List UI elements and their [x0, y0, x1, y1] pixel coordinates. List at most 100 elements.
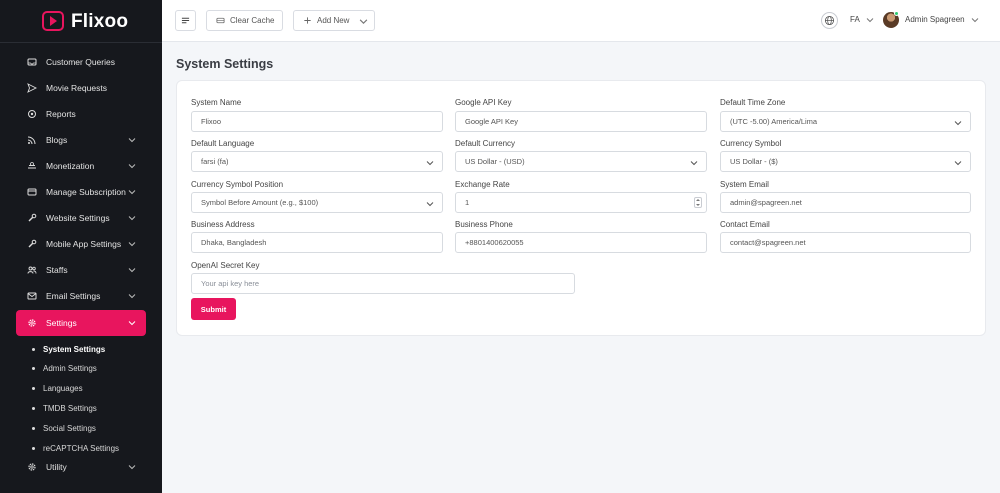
- sidebar-item-blogs[interactable]: Blogs: [16, 128, 146, 152]
- inbox-icon: [26, 56, 38, 68]
- openai-secret-key-input[interactable]: Your api key here: [191, 273, 575, 294]
- sidebar-item-label: Utility: [46, 462, 67, 472]
- business-address-input[interactable]: Dhaka, Bangladesh: [191, 232, 443, 253]
- wrench-icon: [26, 212, 38, 224]
- add-new-button[interactable]: Add New: [293, 10, 375, 31]
- sidebar-subitem-tmdb-settings[interactable]: TMDB Settings: [32, 404, 97, 413]
- sidebar-item-label: Movie Requests: [46, 83, 107, 93]
- sidebar-item-label: Monetization: [46, 161, 95, 171]
- language-switcher[interactable]: FA: [850, 15, 874, 24]
- clear-cache-button[interactable]: Clear Cache: [206, 10, 283, 31]
- currency-symbol-label: Currency Symbol: [720, 139, 782, 148]
- sidebar-item-settings[interactable]: Settings: [16, 310, 146, 336]
- topbar: Clear Cache Add New FA Admin Spagreen: [162, 0, 1000, 42]
- bullet: [32, 447, 35, 450]
- chevron-down-icon: [128, 268, 136, 273]
- bullet: [32, 407, 35, 410]
- globe-icon: [824, 15, 835, 26]
- clear-cache-label: Clear Cache: [230, 16, 275, 25]
- sidebar-subitem-label: Languages: [43, 384, 83, 393]
- google-api-key-label: Google API Key: [455, 98, 512, 107]
- sidebar-subitem-social-settings[interactable]: Social Settings: [32, 424, 96, 433]
- hamburger-icon: [181, 17, 190, 24]
- business-address-label: Business Address: [191, 220, 255, 229]
- sidebar-subitem-admin-settings[interactable]: Admin Settings: [32, 364, 97, 373]
- globe-button[interactable]: [821, 12, 838, 29]
- contact-email-label: Contact Email: [720, 220, 770, 229]
- coin-icon: [26, 160, 38, 172]
- number-stepper[interactable]: [694, 197, 702, 208]
- chevron-down-icon: [128, 138, 136, 143]
- system-name-label: System Name: [191, 98, 242, 107]
- sidebar-item-email-settings[interactable]: Email Settings: [16, 284, 146, 308]
- language-code: FA: [850, 15, 860, 24]
- exchange-rate-input[interactable]: 1: [455, 192, 707, 213]
- wrench-icon: [26, 238, 38, 250]
- exchange-rate-label: Exchange Rate: [455, 180, 510, 189]
- system-email-value: admin@spagreen.net: [730, 198, 802, 207]
- sidebar-item-reports[interactable]: Reports: [16, 102, 146, 126]
- default-language-label: Default Language: [191, 139, 255, 148]
- currency-symbol-select[interactable]: US Dollar - ($): [720, 151, 971, 172]
- sidebar-subitem-label: reCAPTCHA Settings: [43, 444, 120, 453]
- default-currency-value: US Dollar - (USD): [465, 157, 525, 166]
- contact-email-value: contact@spagreen.net: [730, 238, 806, 247]
- sidebar-item-staffs[interactable]: Staffs: [16, 258, 146, 282]
- online-status-dot: [894, 11, 899, 16]
- play-logo-icon: [42, 11, 64, 31]
- default-currency-select[interactable]: US Dollar - (USD): [455, 151, 707, 172]
- bullet: [32, 427, 35, 430]
- chevron-down-icon: [690, 161, 698, 166]
- default-time-zone-select[interactable]: (UTC -5.00) America/Lima: [720, 111, 971, 132]
- chevron-down-icon: [128, 465, 136, 470]
- system-email-input[interactable]: admin@spagreen.net: [720, 192, 971, 213]
- currency-symbol-position-select[interactable]: Symbol Before Amount (e.g., $100): [191, 192, 443, 213]
- business-phone-value: +8801400620055: [465, 238, 524, 247]
- sidebar-subitem-system-settings[interactable]: System Settings: [32, 345, 105, 354]
- google-api-key-input[interactable]: Google API Key: [455, 111, 707, 132]
- sidebar-item-monetization[interactable]: Monetization: [16, 154, 146, 178]
- sidebar-item-customer-queries[interactable]: Customer Queries: [16, 50, 146, 74]
- chevron-down-icon: [128, 321, 136, 326]
- send-icon: [26, 82, 38, 94]
- google-api-key-value: Google API Key: [465, 117, 518, 126]
- business-address-value: Dhaka, Bangladesh: [201, 238, 267, 247]
- sidebar-subitem-label: TMDB Settings: [43, 404, 97, 413]
- contact-email-input[interactable]: contact@spagreen.net: [720, 232, 971, 253]
- chevron-down-icon: [128, 294, 136, 299]
- business-phone-input[interactable]: +8801400620055: [455, 232, 707, 253]
- chevron-down-icon: [866, 17, 874, 22]
- sidebar-subitem-label: System Settings: [43, 345, 106, 354]
- chevron-down-icon: [971, 17, 978, 22]
- business-phone-label: Business Phone: [455, 220, 513, 229]
- sidebar-item-website-settings[interactable]: Website Settings: [16, 206, 146, 230]
- divider: [0, 42, 162, 43]
- sidebar-item-utility[interactable]: Utility: [16, 455, 146, 479]
- chevron-down-icon: [359, 19, 368, 24]
- sidebar-item-label: Manage Subscription: [46, 187, 126, 197]
- chevron-down-icon: [426, 202, 434, 207]
- bullet: [32, 348, 35, 351]
- sidebar-item-label: Blogs: [46, 135, 68, 145]
- menu-toggle-button[interactable]: [175, 10, 196, 31]
- system-name-input[interactable]: Flixoo: [191, 111, 443, 132]
- submit-button[interactable]: Submit: [191, 298, 236, 320]
- gear-icon: [26, 317, 38, 329]
- plus-icon: [304, 17, 311, 24]
- user-menu[interactable]: Admin Spagreen: [905, 15, 979, 24]
- add-new-label: Add New: [317, 16, 350, 25]
- bullet: [32, 387, 35, 390]
- sidebar-item-movie-requests[interactable]: Movie Requests: [16, 76, 146, 100]
- default-language-select[interactable]: farsi (fa): [191, 151, 443, 172]
- gear-icon: [26, 461, 38, 473]
- sidebar-item-manage-subscription[interactable]: Manage Subscription: [16, 180, 146, 204]
- sidebar-item-mobile-app-settings[interactable]: Mobile App Settings: [16, 232, 146, 256]
- openai-secret-key-label: OpenAI Secret Key: [191, 261, 260, 270]
- mail-icon: [26, 290, 38, 302]
- brand[interactable]: Flixoo: [0, 0, 162, 42]
- chevron-down-icon: [426, 161, 434, 166]
- sidebar-subitem-languages[interactable]: Languages: [32, 384, 83, 393]
- sidebar-subitem-recaptcha-settings[interactable]: reCAPTCHA Settings: [32, 444, 119, 453]
- sidebar: Flixoo Customer Queries Movie Requests R…: [0, 0, 162, 493]
- database-icon: [216, 17, 225, 24]
